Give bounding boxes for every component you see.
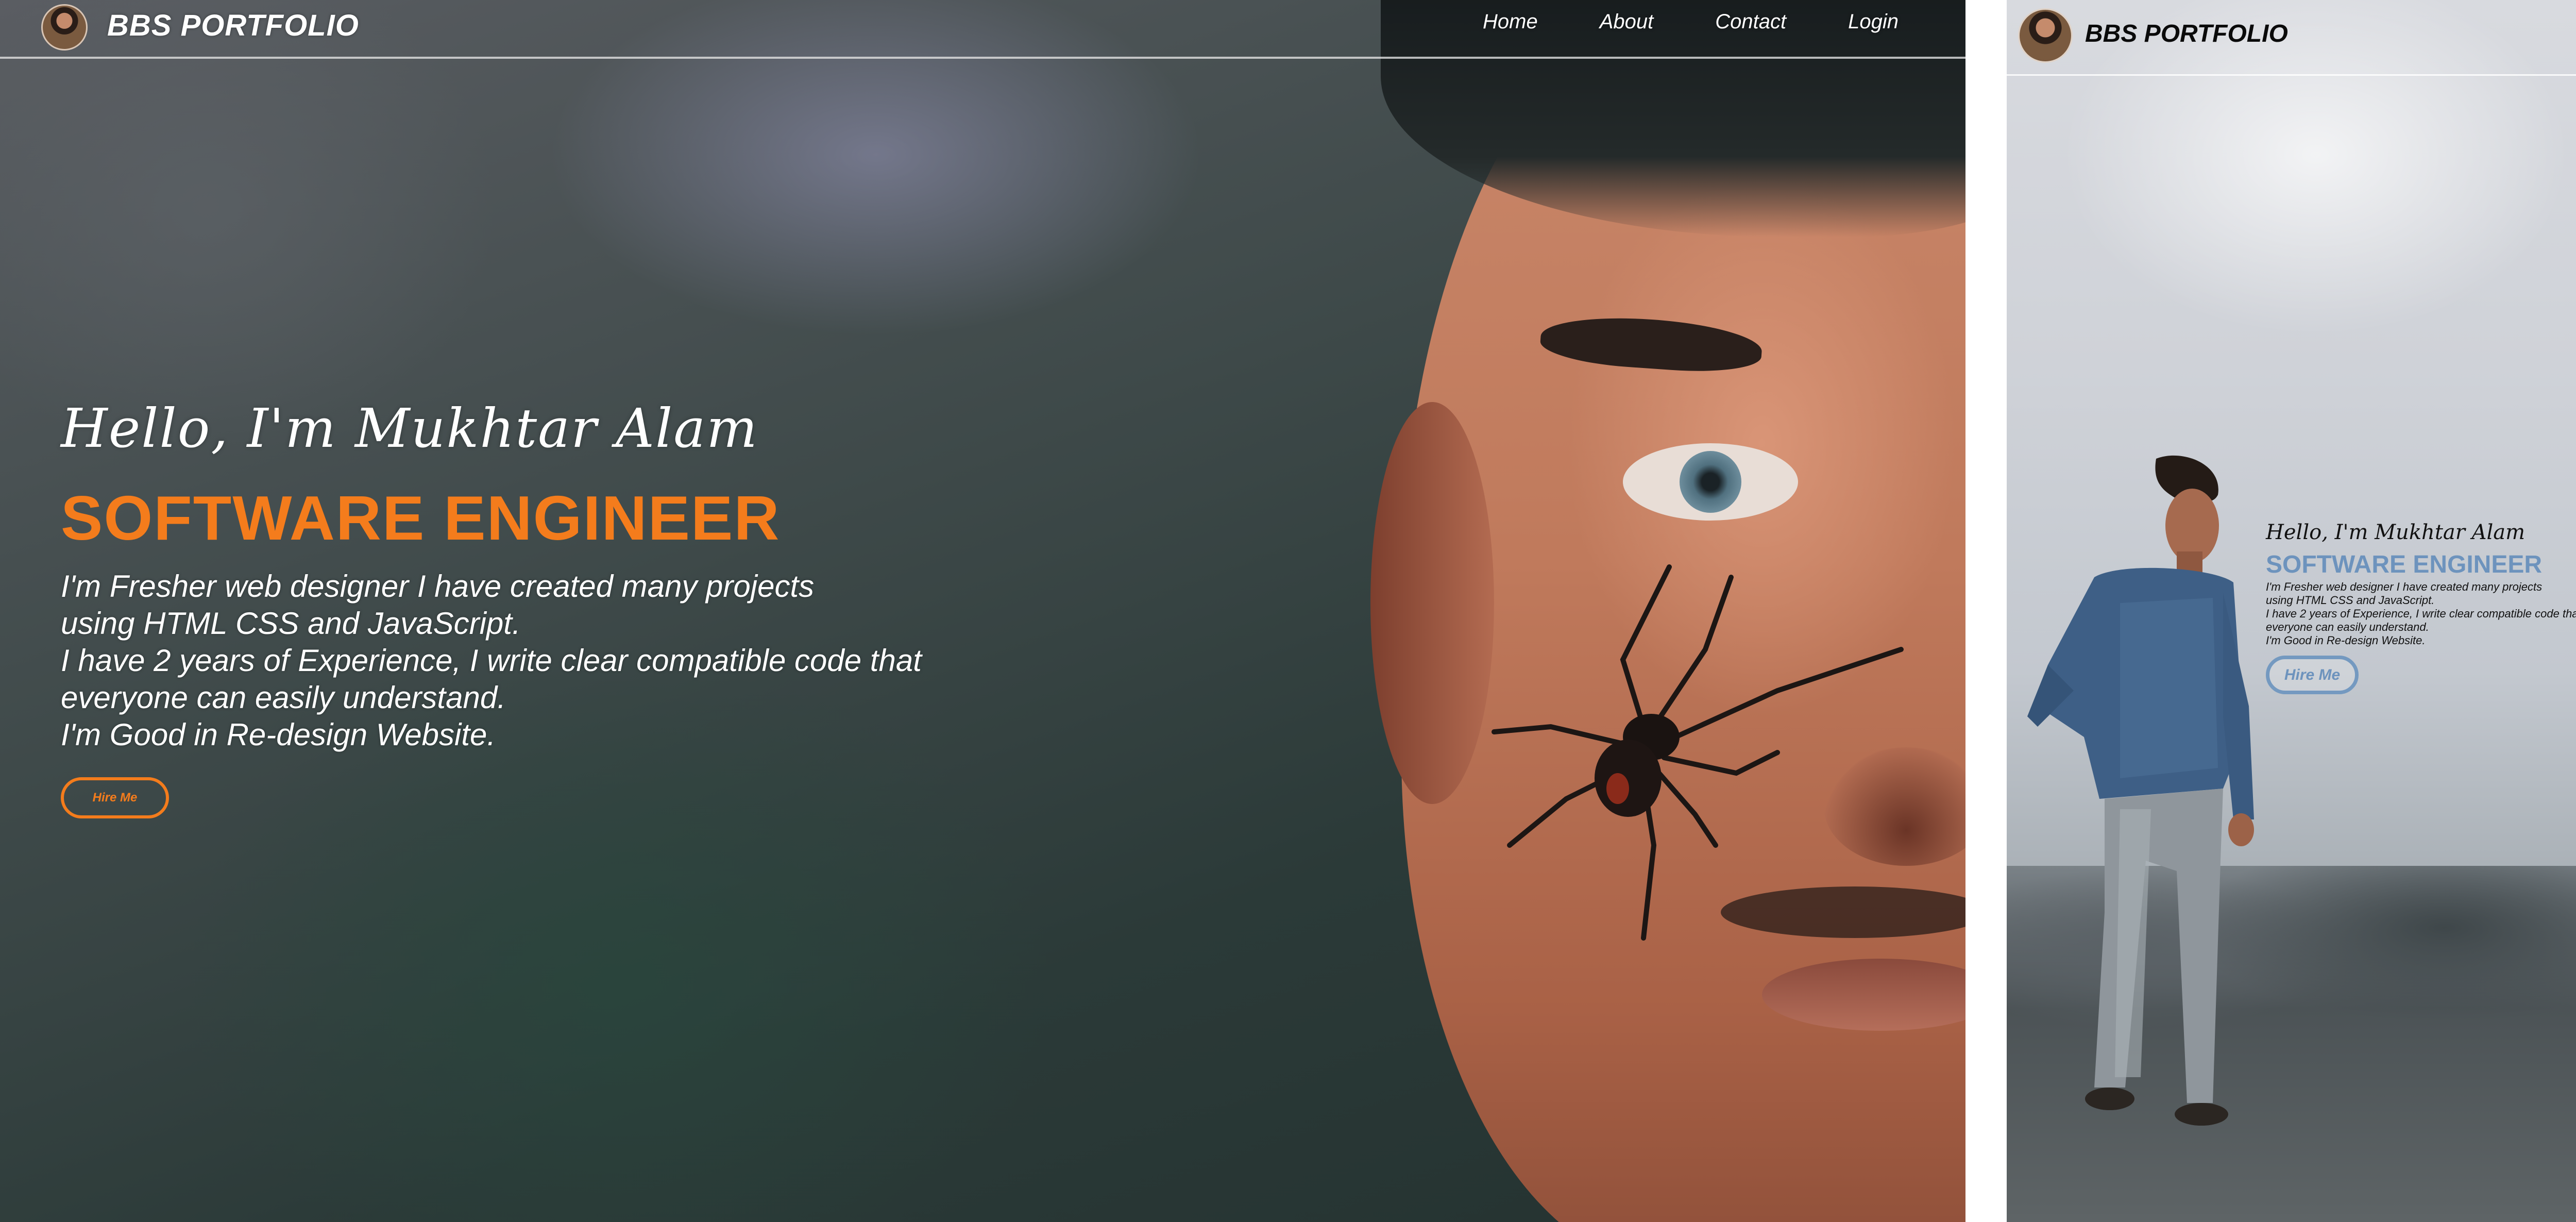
mobile-view: BBS PORTFOLIO Hello, I'm Mukhtar Alam SO… [2007,0,2576,1222]
greeting-heading: Hello, I'm Mukhtar Alam [2266,521,2526,544]
avatar[interactable] [41,4,88,51]
nav-about-link[interactable]: About [1600,10,1654,34]
nav-menu: Home About Contact Login [1483,10,1899,34]
intro-line: I'm Good in Re-design Website. [61,717,496,752]
standing-person-image [2027,455,2254,1126]
navbar: BBS PORTFOLIO Home About Contact Login [0,0,1965,59]
nav-contact-link[interactable]: Contact [1715,10,1786,34]
intro-paragraph: I'm Fresher web designer I have created … [2266,580,2576,647]
intro-line: I'm Good in Re-design Website. [2266,634,2426,647]
role-heading: SOFTWARE ENGINEER [61,483,781,553]
nav-home-link[interactable]: Home [1483,10,1538,34]
avatar[interactable] [2018,8,2073,63]
brand-title[interactable]: BBS PORTFOLIO [2085,20,2288,48]
intro-line: I have 2 years of Experience, I write cl… [61,643,922,678]
intro-line: I'm Fresher web designer I have created … [61,569,815,604]
brand-title[interactable]: BBS PORTFOLIO [107,8,359,43]
nav-login-link[interactable]: Login [1848,10,1899,34]
intro-paragraph: I'm Fresher web designer I have created … [61,568,1091,754]
intro-line: using HTML CSS and JavaScript. [61,606,521,641]
desktop-view: BBS PORTFOLIO Home About Contact Login H… [0,0,1965,1222]
intro-line: everyone can easily understand. [61,680,506,715]
mobile-navbar: BBS PORTFOLIO [2007,0,2576,76]
intro-line: using HTML CSS and JavaScript. [2266,594,2435,607]
hire-me-button[interactable]: Hire Me [2266,656,2359,694]
hire-me-button[interactable]: Hire Me [61,777,169,818]
intro-line: everyone can easily understand. [2266,621,2429,633]
role-heading: SOFTWARE ENGINEER [2266,551,2543,578]
hero-portrait-image [1370,0,1965,1222]
greeting-heading: Hello, I'm Mukhtar Alam [61,397,758,460]
intro-line: I have 2 years of Experience, I write cl… [2266,607,2576,620]
spider-icon [1492,564,1904,941]
intro-line: I'm Fresher web designer I have created … [2266,580,2543,593]
